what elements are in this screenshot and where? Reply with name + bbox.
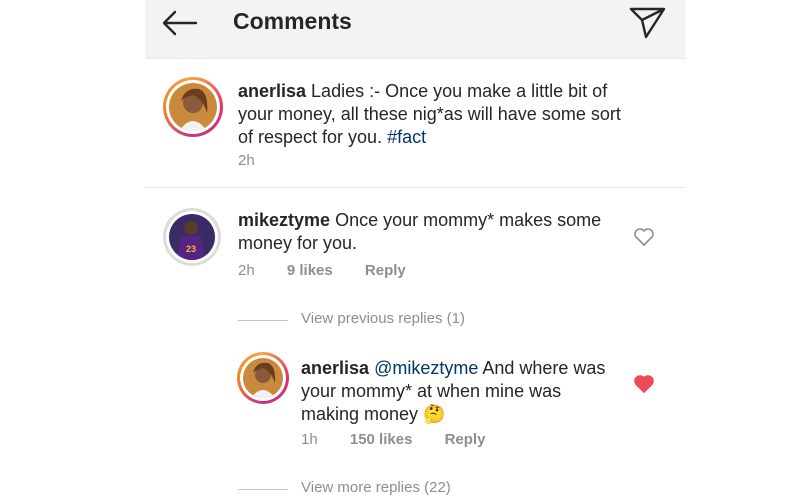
caption-hashtag[interactable]: #fact (387, 127, 426, 147)
comment-line2: money for you. (238, 233, 358, 253)
view-more-replies[interactable]: View more replies (22) (238, 479, 538, 499)
caption-line3: of respect for you. (238, 127, 388, 147)
reply-line1: And where was (478, 358, 606, 378)
reply-likes[interactable]: 150 likes (350, 431, 413, 448)
view-previous-label[interactable]: View previous replies (1) (301, 310, 465, 327)
comment-likes[interactable]: 9 likes (287, 262, 333, 279)
avatar[interactable]: 23 (163, 208, 221, 266)
profile-photo (243, 358, 283, 398)
divider-line (238, 320, 288, 321)
reply-button[interactable]: Reply (445, 431, 486, 448)
caption-time: 2h (238, 152, 255, 169)
comment-meta: 2h 9 likes Reply (238, 262, 434, 279)
caption-line2: your money, all these nig*as will have s… (238, 104, 621, 124)
view-previous-replies[interactable]: View previous replies (1) (238, 310, 538, 330)
avatar[interactable] (237, 352, 289, 404)
reply-button[interactable]: Reply (365, 262, 406, 279)
right-margin (685, 0, 800, 500)
comments-screen: Comments anerlisa Ladies :- Once you mak… (145, 0, 685, 500)
thinking-emoji: 🤔 (423, 404, 446, 424)
heart-outline-icon[interactable] (633, 227, 655, 247)
caption-line1: Ladies :- Once you make a little bit of (306, 81, 608, 101)
heart-filled-icon[interactable] (633, 374, 655, 394)
profile-photo (169, 83, 217, 131)
reply-time: 1h (301, 431, 318, 448)
left-margin (0, 0, 145, 500)
reply-meta: 1h 150 likes Reply (301, 431, 513, 448)
avatar[interactable] (163, 77, 223, 137)
paper-plane-icon[interactable] (628, 4, 668, 40)
svg-text:23: 23 (186, 244, 196, 254)
comment-text: mikeztyme Once your mommy* makes some mo… (238, 209, 618, 255)
caption-meta: 2h (238, 152, 283, 169)
caption-text: anerlisa Ladies :- Once you make a littl… (238, 80, 658, 149)
comment-line1: Once your mommy* makes some (330, 210, 602, 230)
comment-username[interactable]: mikeztyme (238, 210, 330, 230)
reply-line3: making money (301, 404, 424, 424)
reply-text: anerlisa @mikeztyme And where was your m… (301, 357, 631, 426)
arrow-left-icon[interactable] (160, 9, 200, 37)
view-more-label[interactable]: View more replies (22) (301, 479, 451, 496)
comment-time: 2h (238, 262, 255, 279)
reply-line2: your mommy* at when mine was (301, 381, 562, 401)
page-title: Comments (233, 8, 352, 34)
divider-line (238, 489, 288, 490)
caption-username[interactable]: anerlisa (238, 81, 306, 101)
reply-username[interactable]: anerlisa (301, 358, 369, 378)
profile-photo: 23 (169, 214, 215, 260)
header-bar: Comments (145, 0, 685, 59)
reply-mention[interactable]: @mikeztyme (374, 358, 478, 378)
divider (145, 187, 685, 188)
